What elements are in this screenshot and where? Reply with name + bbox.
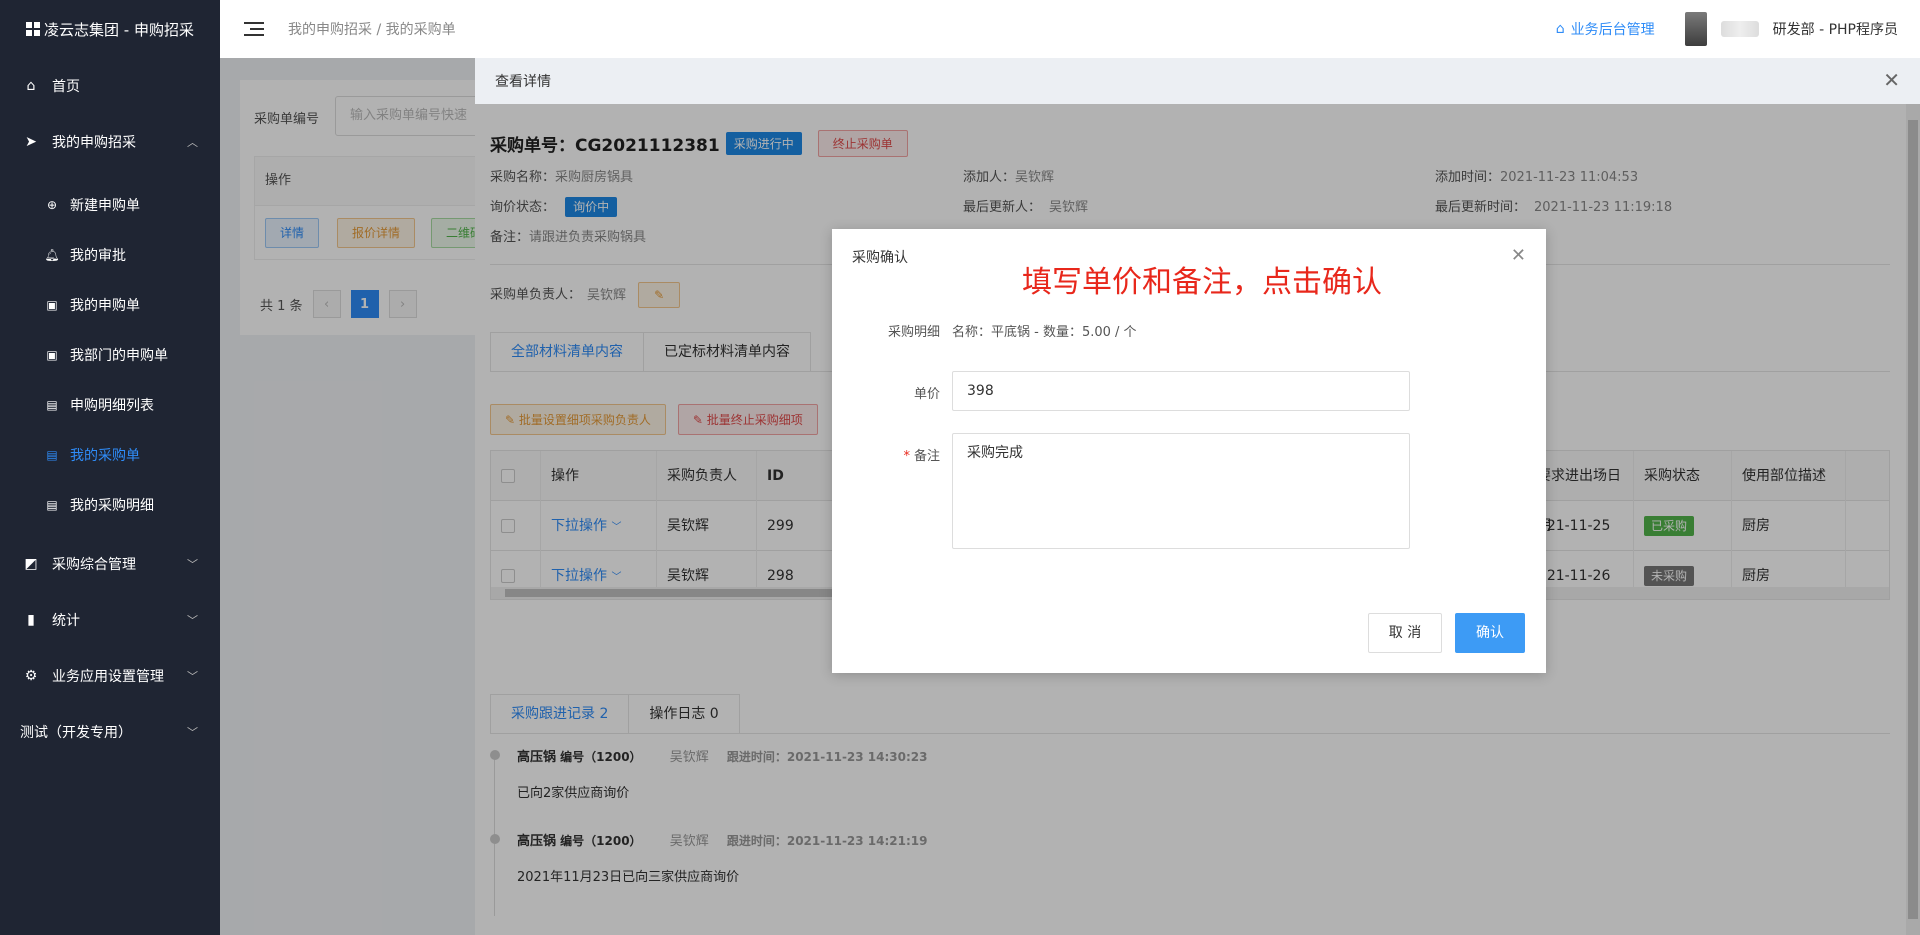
- top-header: 我的申购招采 / 我的采购单 ⌂ 业务后台管理 研发部 - PHP程序员: [220, 0, 1920, 58]
- breadcrumb: 我的申购招采 / 我的采购单: [288, 22, 456, 38]
- price-label: 单价: [913, 387, 940, 402]
- bag-icon: ▣: [46, 298, 58, 312]
- sidebar-item-my-approval[interactable]: 🔔︎ 我的审批: [0, 230, 220, 280]
- clipboard-check-icon: ▤: [46, 448, 58, 462]
- sidebar-item-my-order-details[interactable]: ▤ 我的采购明细: [0, 480, 220, 530]
- drawer-title: 查看详情: [495, 74, 551, 90]
- sidebar-item-new-request[interactable]: ⊕ 新建申购单: [0, 180, 220, 230]
- bar-chart-icon: ▮: [27, 612, 35, 628]
- chevron-down-icon: ﹀: [187, 726, 198, 739]
- close-icon[interactable]: ✕: [1511, 245, 1526, 266]
- bell-icon: 🔔︎: [44, 248, 60, 262]
- home-icon: ⌂: [26, 78, 36, 94]
- sidebar-item-statistics[interactable]: ▮ 统计 ﹀: [0, 592, 220, 648]
- chevron-down-icon: ﹀: [187, 614, 198, 627]
- clipboard-icon: ▤: [46, 498, 58, 512]
- sidebar: 凌云志集团 - 申购招采 ⌂ 首页 ➤ 我的申购招采 ︿ ⊕ 新建申购单 🔔︎ …: [0, 0, 220, 935]
- sidebar-item-dept-requests[interactable]: ▣ 我部门的申购单: [0, 330, 220, 380]
- sidebar-item-app-settings[interactable]: ⚙ 业务应用设置管理 ﹀: [0, 648, 220, 704]
- sidebar-item-my-orders[interactable]: ▤ 我的采购单: [0, 430, 220, 480]
- chevron-down-icon: ﹀: [187, 670, 198, 683]
- chevron-down-icon: ﹀: [187, 558, 198, 571]
- sub-menu: ⊕ 新建申购单 🔔︎ 我的审批 ▣ 我的申购单 ▣ 我部门的申购单 ▤ 申购明细…: [0, 170, 220, 536]
- plus-circle-icon: ⊕: [46, 198, 58, 212]
- sidebar-item-procurement-mgmt[interactable]: ◩ 采购综合管理 ﹀: [0, 536, 220, 592]
- header-right: ⌂ 业务后台管理 研发部 - PHP程序员: [1556, 0, 1898, 58]
- confirm-button[interactable]: 确认: [1455, 613, 1525, 653]
- detail-label: 采购明细: [887, 325, 940, 340]
- chevron-up-icon: ︿: [187, 136, 198, 149]
- remark-textarea[interactable]: 采购完成: [952, 433, 1410, 549]
- home-icon: ⌂: [1555, 21, 1565, 37]
- sidebar-item-my-requests[interactable]: ▣ 我的申购单: [0, 280, 220, 330]
- drawer-header: 查看详情 ✕: [475, 58, 1920, 104]
- modal-title: 采购确认: [852, 250, 908, 266]
- menu-toggle-icon[interactable]: [244, 22, 264, 36]
- app-logo: 凌云志集团 - 申购招采: [0, 0, 220, 58]
- gear-icon: ⚙: [24, 668, 38, 684]
- avatar[interactable]: [1684, 12, 1707, 46]
- annotation-text: 填写单价和备注，点击确认: [1022, 265, 1382, 300]
- app-title: 凌云志集团 - 申购招采: [44, 20, 194, 39]
- user-dept-role[interactable]: 研发部 - PHP程序员: [1773, 19, 1898, 39]
- sidebar-item-my-procurement[interactable]: ➤ 我的申购招采 ︿: [0, 114, 220, 170]
- price-input[interactable]: 398: [952, 371, 1410, 411]
- detail-value: 名称：平底锅 - 数量：5.00 / 个: [952, 325, 1137, 340]
- blurred-username: [1720, 21, 1759, 37]
- purchase-confirm-modal: 采购确认 ✕ 填写单价和备注，点击确认 采购明细 名称：平底锅 - 数量：5.0…: [832, 229, 1546, 673]
- bag-icon: ▣: [46, 348, 58, 362]
- overlay-mask: [220, 58, 475, 935]
- cancel-button[interactable]: 取 消: [1368, 613, 1442, 653]
- close-icon[interactable]: ✕: [1883, 70, 1900, 90]
- sidebar-item-request-details[interactable]: ▤ 申购明细列表: [0, 380, 220, 430]
- clipboard-icon: ▤: [46, 398, 58, 412]
- sidebar-item-home[interactable]: ⌂ 首页: [0, 58, 220, 114]
- send-icon: ➤: [25, 134, 37, 150]
- required-asterisk: *: [903, 449, 910, 464]
- biz-admin-link[interactable]: ⌂ 业务后台管理: [1556, 19, 1655, 39]
- grid-icon: [26, 22, 41, 36]
- sidebar-item-test[interactable]: 测试（开发专用） ﹀: [0, 704, 220, 760]
- chart-icon: ◩: [24, 556, 38, 572]
- remark-label: * 备注: [903, 449, 940, 464]
